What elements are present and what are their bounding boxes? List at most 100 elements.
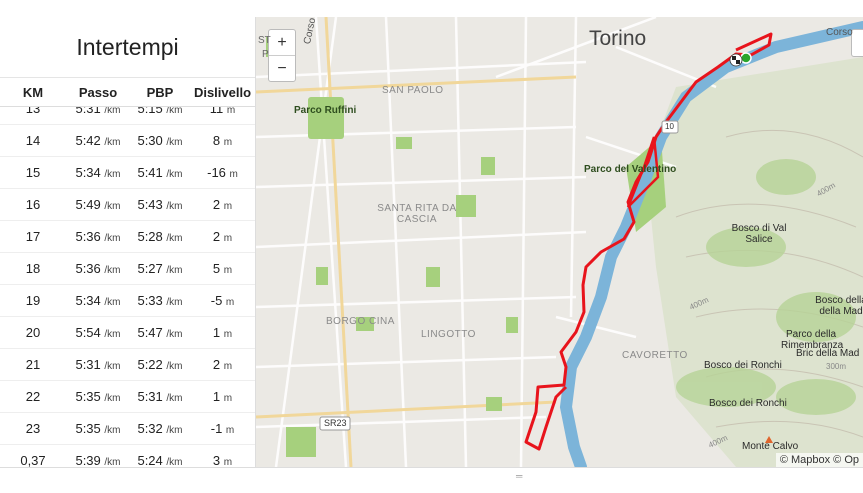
map-label-p: P [262, 49, 269, 60]
cell-elevation: 2 m [190, 357, 255, 372]
pbp-value: 5:31 [137, 389, 163, 404]
pbp-value: 5:27 [137, 261, 163, 276]
pace-unit: /km [104, 137, 121, 148]
resize-bar[interactable]: ═ [0, 467, 863, 493]
cell-km: 0,37 [0, 453, 66, 467]
map-view[interactable]: + − Torino Parco Ruffini SAN PAOLO SANTA… [256, 17, 863, 467]
table-row[interactable]: 21 5:31 /km 5:22 /km 2 m [0, 349, 255, 381]
cell-km: 19 [0, 293, 66, 308]
pace-value: 5:31 [75, 107, 101, 116]
table-row[interactable]: 23 5:35 /km 5:32 /km -1 m [0, 413, 255, 445]
district-label-san-paolo: SAN PAOLO [382, 85, 444, 96]
elevation-value: 1 [212, 325, 221, 340]
col-elevation: Dislivello [193, 84, 252, 100]
km-value: 0,37 [20, 453, 46, 467]
pbp-unit: /km [166, 425, 183, 436]
zoom-out-button[interactable]: − [269, 55, 295, 81]
pace-value: 5:34 [75, 165, 101, 180]
cell-pbp: 5:33 /km [130, 293, 190, 308]
pace-unit: /km [104, 107, 121, 116]
table-row[interactable]: 22 5:35 /km 5:31 /km 1 m [0, 381, 255, 413]
pbp-value: 5:33 [137, 293, 163, 308]
cell-elevation: 2 m [190, 229, 255, 244]
district-label-cavoretto: CAVORETTO [622, 350, 688, 361]
cell-pbp: 5:28 /km [130, 229, 190, 244]
cell-pbp: 5:32 /km [130, 421, 190, 436]
pbp-unit: /km [166, 329, 183, 340]
pace-unit: /km [104, 233, 121, 244]
km-value: 20 [25, 325, 41, 340]
cell-km: 18 [0, 261, 66, 276]
table-row[interactable]: 17 5:36 /km 5:28 /km 2 m [0, 221, 255, 253]
pace-value: 5:49 [75, 197, 101, 212]
cell-pace: 5:36 /km [66, 229, 130, 244]
elevation-unit: m [223, 393, 233, 404]
table-row[interactable]: 13 5:31 /km 5:15 /km 11 m [0, 107, 255, 125]
pace-value: 5:54 [75, 325, 101, 340]
cell-pbp: 5:30 /km [130, 133, 190, 148]
start-marker[interactable] [740, 52, 752, 64]
cell-km: 20 [0, 325, 66, 340]
elevation-value: 2 [212, 229, 221, 244]
cell-elevation: 2 m [190, 197, 255, 212]
elevation-unit: m [225, 297, 235, 308]
label-monte-calvo: Monte Calvo [742, 441, 799, 452]
pace-unit: /km [104, 297, 121, 308]
table-row[interactable]: 20 5:54 /km 5:47 /km 1 m [0, 317, 255, 349]
drag-handle-icon[interactable]: ═ [516, 471, 522, 481]
km-value: 18 [25, 261, 41, 276]
panel-title: Intertempi [0, 17, 255, 78]
cell-elevation: -5 m [190, 293, 255, 308]
pbp-unit: /km [166, 457, 183, 467]
district-label-santa-rita: SANTA RITA DA CASCIA [377, 203, 457, 225]
cell-pace: 5:31 /km [66, 357, 130, 372]
table-row[interactable]: 15 5:34 /km 5:41 /km -16 m [0, 157, 255, 189]
pbp-value: 5:32 [137, 421, 163, 436]
table-row[interactable]: 19 5:34 /km 5:33 /km -5 m [0, 285, 255, 317]
table-row[interactable]: 0,37 5:39 /km 5:24 /km 3 m [0, 445, 255, 467]
map-attribution[interactable]: © Mapbox © Op [775, 453, 863, 467]
cell-elevation: 8 m [190, 133, 255, 148]
pace-value: 5:42 [75, 133, 101, 148]
label-bosco-val-salice: Bosco di Val Salice [731, 223, 787, 245]
cell-km: 14 [0, 133, 66, 148]
table-header: KM Passo PBP Dislivello [0, 78, 255, 107]
pace-value: 5:35 [75, 421, 101, 436]
cell-elevation: -1 m [190, 421, 255, 436]
pace-value: 5:36 [75, 261, 101, 276]
km-value: 16 [25, 197, 41, 212]
table-row[interactable]: 16 5:49 /km 5:43 /km 2 m [0, 189, 255, 221]
pace-unit: /km [104, 361, 121, 372]
road-label-10: 10 [665, 122, 674, 131]
elevation-unit: m [226, 107, 236, 116]
pbp-unit: /km [166, 393, 183, 404]
pbp-value: 5:28 [137, 229, 163, 244]
elevation-value: 1 [212, 389, 221, 404]
splits-table[interactable]: 13 5:31 /km 5:15 /km 11 m 14 5:42 /km 5:30 /km… [0, 107, 255, 467]
cell-pace: 5:49 /km [66, 197, 130, 212]
col-km: KM [22, 84, 44, 100]
pbp-value: 5:30 [137, 133, 163, 148]
district-label-lingotto: LINGOTTO [421, 329, 476, 340]
cell-elevation: 3 m [190, 453, 255, 467]
cell-elevation: 11 m [190, 107, 255, 116]
zoom-control: + − [268, 29, 296, 82]
label-bosco-ronchi-2: Bosco dei Ronchi [709, 398, 787, 409]
cell-km: 22 [0, 389, 66, 404]
elevation-value: 3 [212, 453, 221, 467]
pace-unit: /km [104, 265, 121, 276]
cell-pace: 5:35 /km [66, 389, 130, 404]
pbp-unit: /km [166, 107, 183, 116]
cell-elevation: -16 m [190, 165, 255, 180]
cell-pace: 5:39 /km [66, 453, 130, 467]
pace-unit: /km [104, 329, 121, 340]
pbp-unit: /km [166, 361, 183, 372]
table-row[interactable]: 18 5:36 /km 5:27 /km 5 m [0, 253, 255, 285]
pace-unit: /km [104, 201, 121, 212]
map-label-st: ST [258, 35, 271, 46]
table-row[interactable]: 14 5:42 /km 5:30 /km 8 m [0, 125, 255, 157]
zoom-in-button[interactable]: + [269, 30, 295, 55]
finish-flag-icon[interactable] [729, 53, 743, 67]
pbp-value: 5:22 [137, 357, 163, 372]
elevation-value: -5 [210, 293, 223, 308]
